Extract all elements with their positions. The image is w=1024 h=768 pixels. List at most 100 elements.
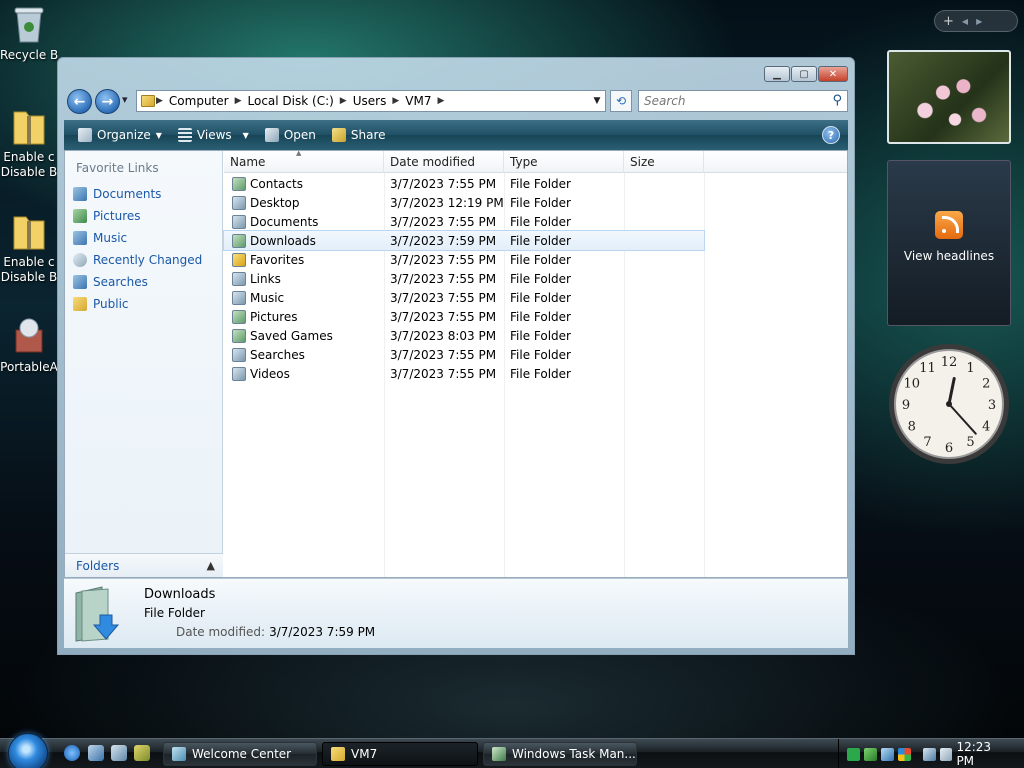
folder-icon — [232, 366, 246, 381]
navigation-pane: Favorite Links Documents Pictures Music … — [65, 151, 223, 577]
update-tray-icon[interactable] — [880, 747, 894, 761]
recently-changed-icon — [73, 253, 87, 267]
folder-icon — [232, 309, 246, 324]
network-tray-icon[interactable] — [922, 747, 936, 761]
search-icon[interactable]: ⚲ — [832, 93, 842, 108]
folders-toggle[interactable]: Folders ▲ — [65, 553, 223, 577]
nav-item-documents[interactable]: Documents — [70, 183, 222, 205]
file-row[interactable]: Videos 3/7/2023 7:55 PM File Folder — [224, 364, 847, 383]
share-button[interactable]: Share — [326, 123, 392, 147]
close-button[interactable]: ✕ — [818, 66, 848, 82]
folder-icon — [232, 233, 246, 248]
file-row[interactable]: Contacts 3/7/2023 7:55 PM File Folder — [224, 174, 847, 193]
breadcrumb-local-disk[interactable]: Local Disk (C:) — [243, 94, 339, 108]
column-header-label: Type — [510, 155, 538, 169]
file-list-pane: ▲ Name Date modified Type Size Contacts 3… — [223, 149, 847, 577]
nav-item-public[interactable]: Public — [70, 293, 222, 315]
views-button[interactable]: Views ▼ — [172, 123, 255, 147]
documents-icon — [73, 187, 87, 201]
column-header-name[interactable]: ▲ Name — [224, 149, 384, 173]
desktop-icon-enable-disable-2[interactable]: Enable c Disable B — [0, 211, 58, 285]
file-row[interactable]: Pictures 3/7/2023 7:55 PM File Folder — [224, 307, 847, 326]
switch-windows-icon[interactable] — [111, 745, 127, 761]
recent-pages-button[interactable]: ▾ — [122, 93, 128, 106]
public-folder-icon — [73, 297, 87, 311]
file-type: File Folder — [510, 252, 571, 267]
maximize-button[interactable]: ▢ — [791, 66, 817, 82]
organize-icon — [78, 128, 92, 142]
column-header-size[interactable]: Size — [624, 151, 704, 173]
forward-button[interactable]: → — [95, 89, 120, 114]
file-date: 3/7/2023 12:19 PM — [390, 195, 504, 210]
nav-item-pictures[interactable]: Pictures — [70, 205, 222, 227]
file-type: File Folder — [510, 290, 571, 305]
desktop-icon-enable-disable-1[interactable]: Enable c Disable B — [0, 106, 58, 180]
windows-flag-icon[interactable] — [897, 747, 911, 761]
volume-muted-icon[interactable] — [939, 747, 953, 761]
next-gadget-button[interactable]: ▶ — [976, 17, 982, 26]
quick-launch-app-icon[interactable] — [134, 745, 150, 761]
clock-numeral: 10 — [903, 377, 920, 392]
caption-buttons: ▁ ▢ ✕ — [764, 66, 848, 82]
breadcrumb-users[interactable]: Users — [348, 94, 392, 108]
organize-button[interactable]: Organize ▼ — [72, 123, 168, 147]
feed-headlines-gadget[interactable]: View headlines — [887, 160, 1011, 326]
breadcrumb-vm7[interactable]: VM7 — [400, 94, 436, 108]
file-row[interactable]: Searches 3/7/2023 7:55 PM File Folder — [224, 345, 847, 364]
file-name: Downloads — [250, 233, 316, 248]
file-name: Pictures — [250, 309, 298, 324]
breadcrumb-separator: ▶ — [437, 96, 445, 106]
favorite-links-heading: Favorite Links — [76, 161, 159, 175]
file-name: Saved Games — [250, 328, 333, 343]
desktop-icon-portable[interactable]: PortableA — [0, 316, 58, 375]
clock-numeral: 2 — [982, 377, 990, 392]
file-row[interactable]: Downloads 3/7/2023 7:59 PM File Folder — [223, 230, 705, 251]
nav-item-music[interactable]: Music — [70, 227, 222, 249]
show-desktop-icon[interactable] — [88, 745, 104, 761]
internet-explorer-icon[interactable] — [64, 745, 80, 761]
search-input[interactable]: Search ⚲ — [638, 90, 848, 112]
file-name-cell: Contacts — [224, 176, 384, 191]
clock-numeral: 3 — [988, 398, 996, 413]
view-headlines-link[interactable]: View headlines — [888, 249, 1010, 263]
open-label: Open — [283, 128, 316, 142]
column-header-type[interactable]: Type — [504, 151, 624, 173]
taskbar-clock[interactable]: 12:23 PM — [956, 740, 1024, 768]
security-tray-icon[interactable] — [863, 747, 877, 761]
file-name-cell: Searches — [224, 347, 384, 362]
back-button[interactable]: ← — [67, 89, 92, 114]
file-row[interactable]: Favorites 3/7/2023 7:55 PM File Folder — [224, 250, 847, 269]
help-icon: ? — [827, 128, 835, 142]
file-row[interactable]: Saved Games 3/7/2023 8:03 PM File Folder — [224, 326, 847, 345]
prev-gadget-button[interactable]: ◀ — [962, 17, 968, 26]
folder-icon — [232, 347, 246, 362]
taskbar-button-task-manager[interactable]: Windows Task Man... — [483, 742, 637, 766]
nav-item-recently-changed[interactable]: Recently Changed — [70, 249, 222, 271]
add-gadget-button[interactable]: + — [943, 14, 954, 29]
file-date: 3/7/2023 7:55 PM — [390, 176, 497, 191]
clock-gadget[interactable]: 1 2 3 4 5 6 7 8 9 10 11 12 — [887, 342, 1011, 466]
breadcrumb-computer[interactable]: Computer — [164, 94, 234, 108]
file-row[interactable]: Documents 3/7/2023 7:55 PM File Folder — [224, 212, 847, 231]
help-button[interactable]: ? — [822, 126, 840, 144]
file-name: Videos — [250, 366, 290, 381]
clock-numeral: 5 — [966, 435, 974, 450]
start-button[interactable] — [8, 733, 48, 768]
slideshow-gadget[interactable] — [887, 50, 1011, 144]
green-tray-icon[interactable] — [847, 747, 860, 761]
taskbar-button-welcome-center[interactable]: Welcome Center — [163, 742, 317, 766]
column-header-date[interactable]: Date modified — [384, 151, 504, 173]
file-row[interactable]: Links 3/7/2023 7:55 PM File Folder — [224, 269, 847, 288]
nav-item-label: Recently Changed — [93, 253, 203, 267]
folder-icon — [232, 214, 246, 229]
address-dropdown-icon[interactable]: ▼ — [589, 91, 605, 111]
desktop-icon-recycle-bin[interactable]: Recycle B — [0, 4, 58, 63]
open-button[interactable]: Open — [259, 123, 322, 147]
refresh-button[interactable]: ⟲ — [610, 90, 632, 112]
minimize-button[interactable]: ▁ — [764, 66, 790, 82]
nav-item-searches[interactable]: Searches — [70, 271, 222, 293]
file-row[interactable]: Music 3/7/2023 7:55 PM File Folder — [224, 288, 847, 307]
file-row[interactable]: Desktop 3/7/2023 12:19 PM File Folder — [224, 193, 847, 212]
taskbar-button-vm7[interactable]: VM7 — [322, 742, 478, 766]
address-bar[interactable]: ▶ Computer ▶ Local Disk (C:) ▶ Users ▶ V… — [136, 90, 606, 112]
